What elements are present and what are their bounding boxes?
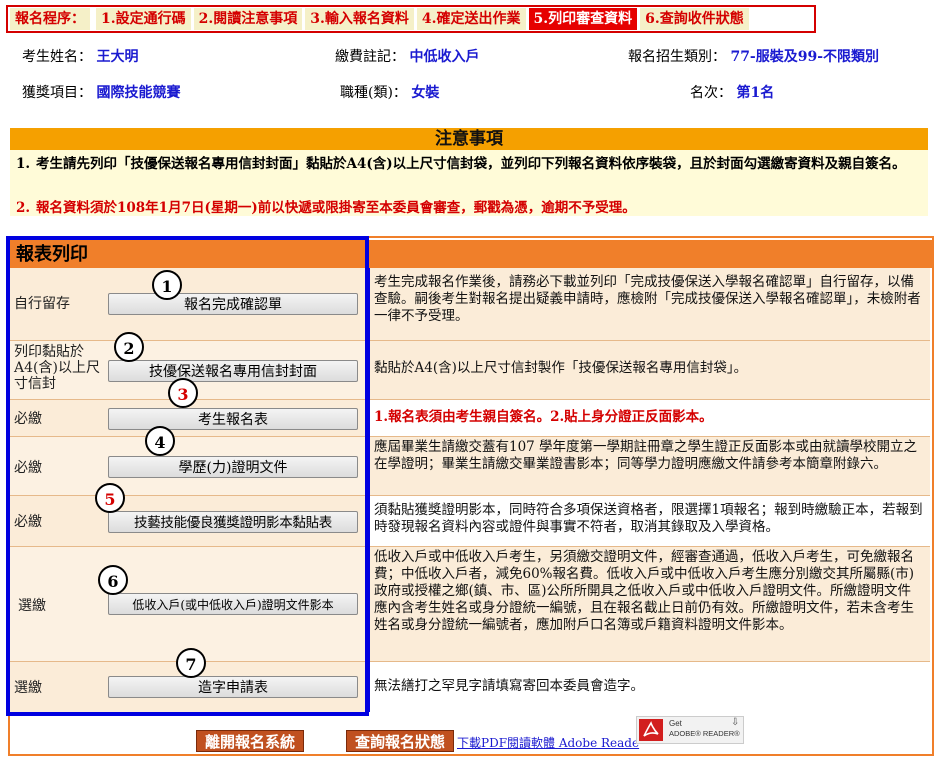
fee-note-value: 中低收入戶 (409, 49, 480, 65)
report-row-1-description: 考生完成報名作業後，請務必下載並列印「完成技優保送入學報名確認單」自行留存，以備… (370, 268, 930, 340)
award-item-value: 國際技能競賽 (96, 85, 181, 101)
award-proof-sheet-button[interactable]: 技藝技能優良獲獎證明影本黏貼表 (108, 511, 358, 533)
adobe-reader-text: ADOBE® READER® (669, 729, 740, 738)
notice-title: 注意事項 (10, 128, 928, 150)
step-number-6: 6 (98, 565, 128, 595)
registration-form-button[interactable]: 考生報名表 (108, 408, 358, 430)
trade-type-value: 女裝 (411, 85, 440, 101)
registration-category-label: 報名招生類別： (628, 49, 726, 65)
education-proof-button[interactable]: 學歷(力)證明文件 (108, 456, 358, 478)
query-status-button[interactable]: 查詢報名狀態 (346, 730, 455, 752)
step-number-1: 1 (152, 270, 182, 300)
award-item-label: 獲獎項目： (22, 85, 92, 101)
step-number-2: 2 (114, 332, 144, 362)
rare-character-request-button[interactable]: 造字申請表 (108, 676, 358, 698)
step-number-4: 4 (145, 426, 175, 456)
step-5-print-review[interactable]: 5.列印審查資料 (528, 8, 638, 30)
low-income-proof-button[interactable]: 低收入戶(或中低收入戶)證明文件影本 (108, 593, 358, 615)
notice-item-2-number: 2. (16, 200, 31, 216)
report-row-7-description: 無法繕打之罕見字請填寫寄回本委員會造字。 (374, 678, 644, 694)
report-row-6-label: 選繳 (18, 598, 46, 614)
step-6-query-status[interactable]: 6.查詢收件狀態 (640, 8, 749, 30)
adobe-pdf-icon (639, 719, 663, 741)
report-row-7-label: 選繳 (14, 680, 42, 696)
notice-item-1-text: 考生請先列印「技優保送報名專用信封封面」黏貼於A4(含)以上尺寸信封袋，並列印下… (36, 156, 906, 172)
report-row-3-description: 1.報名表須由考生親自簽名。2.貼上身分證正反面影本。 (374, 409, 713, 425)
registration-category: 報名招生類別： 77-服裝及99-不限類別 (628, 46, 879, 66)
step-4-confirm-submit[interactable]: 4.確定送出作業 (416, 8, 526, 30)
report-row-4-label: 必繳 (14, 460, 42, 476)
award-item: 獲獎項目： 國際技能競賽 (22, 82, 180, 102)
steps-heading: 報名程序： (10, 8, 90, 30)
report-row-3-label: 必繳 (14, 411, 42, 427)
step-2-read-notice[interactable]: 2.閱讀注意事項 (193, 8, 303, 30)
report-row-2-description: 黏貼於A4(含)以上尺寸信封製作「技優保送報名專用信封袋」。 (370, 341, 930, 399)
examinee-name-label: 考生姓名： (22, 49, 92, 65)
rank-value: 第1名 (736, 85, 775, 101)
trade-type-label: 職種(類)： (340, 85, 407, 101)
notice-item-1-number: 1. (16, 156, 31, 172)
report-row-5-label: 必繳 (14, 514, 42, 530)
report-row-5-description: 須黏貼獲獎證明影本，同時符合多項保送資格者，限選擇1項報名；報到時繳驗正本，若報… (374, 502, 923, 535)
fee-note: 繳費註記： 中低收入戶 (335, 46, 479, 66)
step-3-input-data[interactable]: 3.輸入報名資料 (305, 8, 414, 30)
examinee-name-value: 王大明 (96, 49, 139, 65)
download-pdf-reader-link[interactable]: 下載PDF閱讀軟體 Adobe Reade (457, 734, 639, 751)
registration-steps-bar: 報名程序： 1.設定通行碼 2.閱讀注意事項 3.輸入報名資料 4.確定送出作業… (6, 5, 816, 33)
examinee-name: 考生姓名： 王大明 (22, 46, 138, 66)
column-separator (367, 268, 370, 712)
envelope-cover-button[interactable]: 技優保送報名專用信封封面 (108, 360, 358, 382)
step-1-set-password[interactable]: 1.設定通行碼 (96, 8, 191, 30)
report-row-2-label: 列印黏貼於A4(含)以上尺寸信封 (14, 344, 100, 392)
report-row-6-description: 低收入戶或中低收入戶考生，另須繳交證明文件，經審查通過，低收入戶考生，可免繳報名… (370, 547, 930, 661)
get-adobe-reader-badge[interactable]: Get ADOBE® READER® ⇩ (636, 716, 744, 744)
step-number-7: 7 (176, 648, 206, 678)
notice-body: 1. 考生請先列印「技優保送報名專用信封封面」黏貼於A4(含)以上尺寸信封袋，並… (10, 150, 928, 216)
notice-item-2-text: 報名資料須於108年1月7日(星期一)前以快遞或限掛寄至本委員會審查，郵戳為憑，… (36, 200, 636, 216)
adobe-get-text: Get (669, 719, 682, 728)
step-number-3: 3 (168, 378, 198, 408)
report-row-1-label: 自行留存 (14, 296, 70, 312)
report-section-title: 報表列印 (10, 240, 932, 268)
leave-system-button[interactable]: 離開報名系統 (196, 730, 305, 752)
rank: 名次： 第1名 (690, 82, 774, 102)
report-row-4-description: 應屆畢業生請繳交蓋有107 學年度第一學期註冊章之學生證正反面影本或由就讀學校開… (370, 437, 930, 495)
fee-note-label: 繳費註記： (335, 49, 405, 65)
rank-label: 名次： (690, 85, 732, 101)
download-arrow-icon: ⇩ (731, 717, 740, 728)
step-number-5: 5 (95, 483, 125, 513)
registration-category-value: 77-服裝及99-不限類別 (730, 49, 880, 65)
trade-type: 職種(類)： 女裝 (340, 82, 439, 102)
confirmation-slip-button[interactable]: 報名完成確認單 (108, 293, 358, 315)
